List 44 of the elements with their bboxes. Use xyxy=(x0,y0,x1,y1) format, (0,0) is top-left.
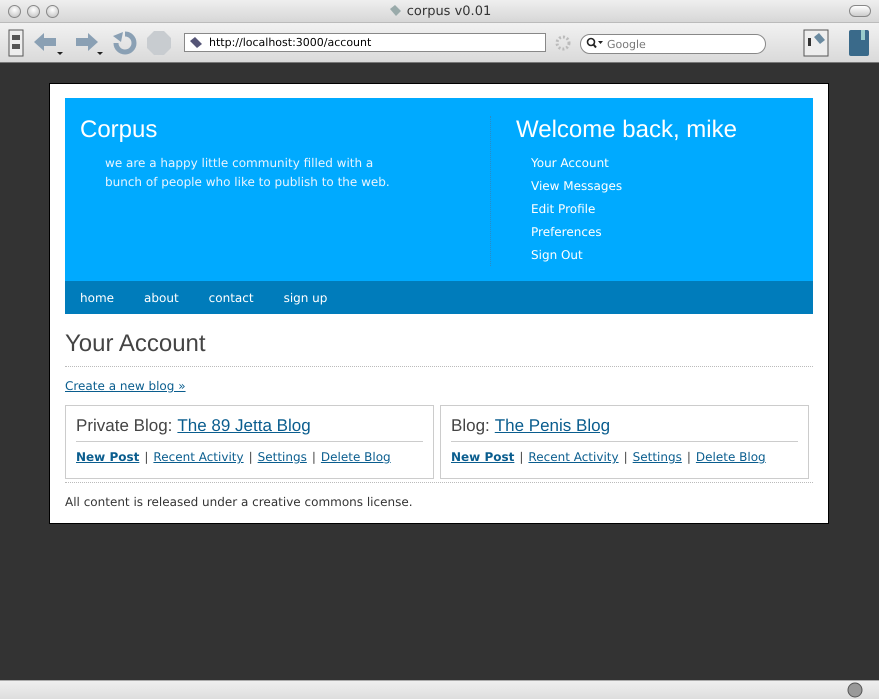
separator: | xyxy=(144,450,148,464)
footer-text: All content is released under a creative commons license. xyxy=(65,495,414,509)
blog-action-link[interactable]: Delete Blog xyxy=(696,450,766,464)
blog-label: Private Blog: xyxy=(76,416,172,436)
blog-label: Blog: xyxy=(451,416,490,436)
blog-action-link[interactable]: Settings xyxy=(258,450,307,464)
blog-action-link[interactable]: Recent Activity xyxy=(153,450,244,464)
site-icon xyxy=(189,36,203,48)
address-field[interactable]: http://localhost:3000/account xyxy=(184,33,546,52)
blog-title-link[interactable]: The Penis Blog xyxy=(494,416,610,436)
bookmark-toggle-icon[interactable] xyxy=(803,28,829,56)
search-icon xyxy=(586,36,604,48)
page-heading: Your Account xyxy=(65,330,813,367)
separator: | xyxy=(248,450,253,464)
close-button[interactable] xyxy=(8,4,21,18)
create-blog-link[interactable]: Create a new blog » xyxy=(65,379,186,393)
nav-link[interactable]: contact xyxy=(208,290,254,304)
separator: | xyxy=(686,450,691,464)
blog-action-link[interactable]: Delete Blog xyxy=(320,450,391,464)
nav-link[interactable]: about xyxy=(144,290,179,304)
sidebar-icon[interactable] xyxy=(8,28,24,56)
document-icon xyxy=(388,4,402,18)
toolbar-toggle-button[interactable] xyxy=(849,5,871,17)
separator: | xyxy=(312,450,316,464)
separator: | xyxy=(624,450,628,464)
tagline: we are a happy little community filled with a bunch of people who like to publish to the web. xyxy=(105,155,391,191)
book-icon[interactable] xyxy=(847,28,871,56)
blog-action-link[interactable]: New Post xyxy=(451,450,514,464)
reload-icon[interactable] xyxy=(112,30,138,56)
separator: | xyxy=(519,450,524,464)
globe-icon xyxy=(847,682,863,698)
zoom-button[interactable] xyxy=(46,4,59,18)
blog-action-link[interactable]: Recent Activity xyxy=(528,450,619,464)
blog-title-link[interactable]: The 89 Jetta Blog xyxy=(177,416,311,436)
blog-action-link[interactable]: Settings xyxy=(632,450,682,464)
nav-link[interactable]: home xyxy=(80,290,114,304)
site-title: Corpus xyxy=(80,116,158,144)
search-field[interactable]: Google xyxy=(580,34,766,54)
loading-icon xyxy=(554,34,572,52)
blog-action-link[interactable]: New Post xyxy=(76,450,140,464)
minimize-button[interactable] xyxy=(27,4,40,18)
window-title: corpus v0.01 xyxy=(406,4,492,18)
nav-link[interactable]: sign up xyxy=(284,290,328,304)
welcome-heading: Welcome back, mike xyxy=(516,116,737,144)
